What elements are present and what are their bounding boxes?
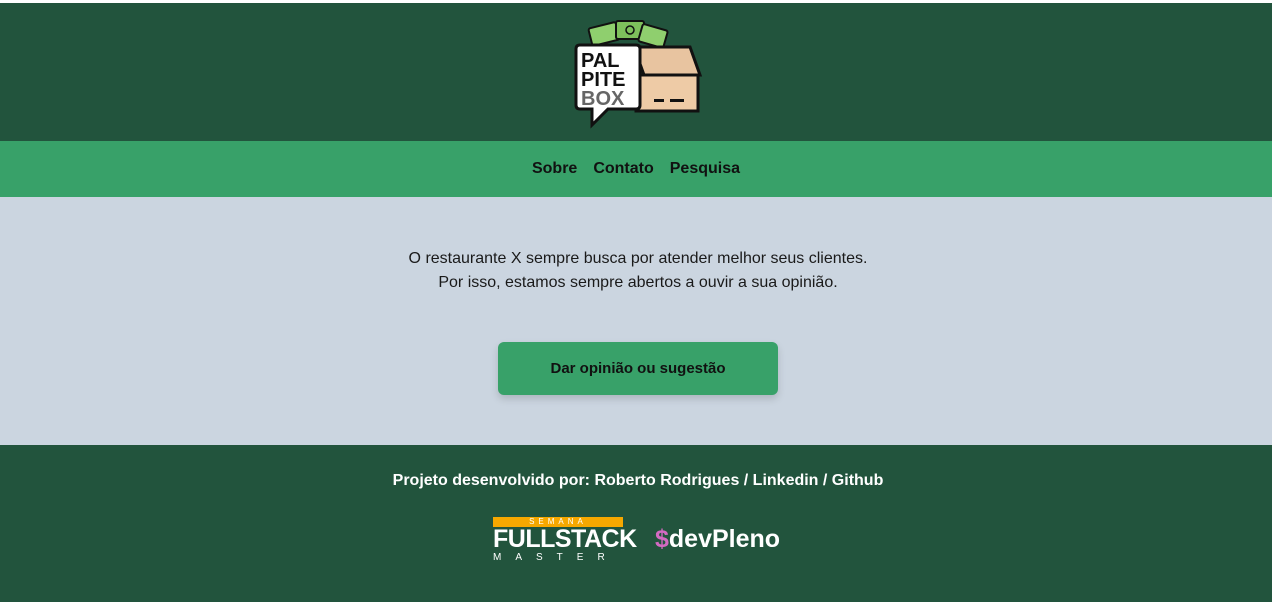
credits-prefix: Projeto desenvolvido por: Roberto Rodrig… [392,472,753,489]
footer: Projeto desenvolvido por: Roberto Rodrig… [0,445,1272,602]
linkedin-link[interactable]: Linkedin [753,472,819,489]
main-nav: Sobre Contato Pesquisa [0,141,1272,197]
dollar-icon: $ [655,525,669,553]
nav-item-pesquisa[interactable]: Pesquisa [670,160,740,178]
give-opinion-button[interactable]: Dar opinião ou sugestão [498,342,778,395]
intro-text: O restaurante X sempre busca por atender… [0,247,1272,295]
palpitebox-logo[interactable]: PAL PITE BOX [572,19,704,131]
logo-line3: BOX [581,88,625,110]
nav-item-contato[interactable]: Contato [593,160,653,178]
nav-item-sobre[interactable]: Sobre [532,160,577,178]
intro-line-2: Por isso, estamos sempre abertos a ouvir… [438,274,838,291]
box-icon [631,45,703,113]
header-banner: PAL PITE BOX [0,3,1272,141]
credits-text: Projeto desenvolvido por: Roberto Rodrig… [0,472,1272,490]
fullstack-master-label: MASTER [493,552,619,563]
intro-line-1: O restaurante X sempre busca por atender… [408,250,868,267]
fullstack-master-logo[interactable]: SEMANA FULLSTACK MASTER [493,517,637,565]
credits-separator: / [818,472,832,489]
devpleno-logo[interactable]: $devPleno [655,525,780,554]
fullstack-main-label: FULLSTACK [493,525,637,553]
main-content: O restaurante X sempre busca por atender… [0,197,1272,445]
github-link[interactable]: Github [832,472,884,489]
devpleno-label: devPleno [668,525,781,553]
